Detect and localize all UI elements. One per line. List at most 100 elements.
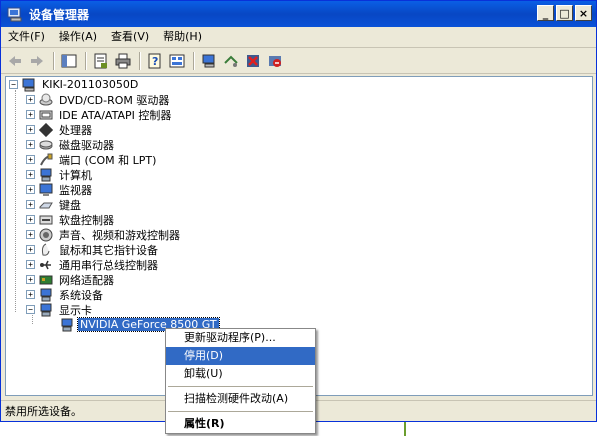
tree-item-label: 鼠标和其它指针设备 (59, 243, 158, 257)
monitor-icon (39, 183, 53, 196)
context-menu: 更新驱动程序(P)... 停用(D) 卸载(U) 扫描检测硬件改动(A) 属性(… (165, 328, 316, 434)
expand-toggle[interactable]: + (26, 185, 35, 194)
sound-icon (39, 228, 53, 241)
processor-icon (39, 122, 53, 137)
tree-item[interactable]: + 处理器 (26, 122, 94, 137)
tree-item-label: 处理器 (59, 123, 92, 137)
tree-item[interactable]: + 计算机 (26, 167, 94, 182)
ide-icon (39, 110, 53, 119)
expand-toggle[interactable]: + (26, 155, 35, 164)
menu-properties[interactable]: 属性(R) (166, 415, 315, 433)
toolbar-separator (53, 51, 55, 70)
expand-toggle[interactable]: + (26, 260, 35, 269)
uninstall-icon[interactable] (243, 51, 263, 71)
tree-item[interactable]: + 键盘 (26, 197, 83, 212)
tree-item[interactable]: + 鼠标和其它指针设备 (26, 242, 160, 257)
tree-item[interactable]: + 监视器 (26, 182, 94, 197)
toolbar-separator (139, 51, 141, 70)
help-icon[interactable]: ? (145, 51, 165, 71)
computer-icon (40, 168, 52, 181)
expand-toggle[interactable]: + (26, 230, 35, 239)
properties-icon[interactable] (91, 51, 111, 71)
tree-item[interactable]: + 声音、视频和游戏控制器 (26, 227, 182, 242)
tree-item-label: 键盘 (59, 198, 81, 212)
expand-toggle[interactable]: + (26, 125, 35, 134)
expand-toggle[interactable]: + (26, 290, 35, 299)
cdrom-icon (39, 93, 53, 105)
tree-root-label: KIKI-201103050D (42, 78, 139, 91)
menu-update-driver[interactable]: 更新驱动程序(P)... (166, 329, 315, 347)
expand-toggle[interactable]: + (26, 110, 35, 119)
expand-toggle[interactable]: + (26, 170, 35, 179)
expand-toggle[interactable]: + (26, 140, 35, 149)
tree-item-label: DVD/CD-ROM 驱动器 (59, 93, 170, 107)
computer-icon[interactable] (199, 51, 219, 71)
minimize-button[interactable]: _ (537, 5, 554, 21)
show-hide-tree-icon[interactable] (59, 51, 79, 71)
toolbar: ? (1, 48, 596, 74)
tree-item[interactable]: + IDE ATA/ATAPI 控制器 (26, 107, 173, 122)
window-controls: _ □ × (537, 5, 592, 21)
tree-item[interactable]: + 网络适配器 (26, 272, 116, 287)
expand-toggle[interactable]: + (26, 215, 35, 224)
menu-separator (168, 386, 313, 387)
forward-icon[interactable] (27, 51, 47, 71)
menu-separator (168, 411, 313, 412)
computer-icon (22, 78, 35, 91)
tree-item-label: 端口 (COM 和 LPT) (59, 153, 157, 167)
mouse-icon (41, 243, 50, 256)
expand-toggle[interactable]: + (26, 275, 35, 284)
desktop-edge-mark (404, 422, 406, 436)
display-icon (40, 303, 52, 316)
tree-item-label: 计算机 (59, 168, 92, 182)
tree-item[interactable]: + 磁盘驱动器 (26, 137, 116, 152)
tree-root[interactable]: − KIKI-201103050D (9, 77, 140, 92)
menu-view[interactable]: 查看(V) (104, 28, 156, 46)
close-button[interactable]: × (575, 5, 592, 21)
tree-item-label: 通用串行总线控制器 (59, 258, 158, 272)
tree-item-label: 监视器 (59, 183, 92, 197)
port-icon (40, 153, 53, 165)
menu-scan-hardware[interactable]: 扫描检测硬件改动(A) (166, 390, 315, 408)
display-adapter-icon (61, 318, 73, 331)
scan-hardware-icon[interactable] (221, 51, 241, 71)
view-icon[interactable] (167, 51, 187, 71)
tree-item[interactable]: + 通用串行总线控制器 (26, 257, 160, 272)
menu-help[interactable]: 帮助(H) (156, 28, 209, 46)
keyboard-icon (39, 202, 53, 208)
window-title: 设备管理器 (29, 7, 90, 22)
status-text: 禁用所选设备。 (5, 405, 82, 418)
tree-item[interactable]: + 系统设备 (26, 287, 105, 302)
toolbar-separator (85, 51, 87, 70)
tree-item-label: 磁盘驱动器 (59, 138, 114, 152)
tree-item[interactable]: + 端口 (COM 和 LPT) (26, 152, 158, 167)
system-icon (40, 288, 52, 301)
expand-toggle[interactable]: + (26, 95, 35, 104)
svg-text:?: ? (152, 55, 158, 68)
floppy-icon (39, 215, 53, 224)
print-icon[interactable] (113, 51, 133, 71)
menu-file[interactable]: 文件(F) (1, 28, 52, 46)
toolbar-separator (193, 51, 195, 70)
menu-disable[interactable]: 停用(D) (166, 347, 315, 365)
back-icon[interactable] (5, 51, 25, 71)
title-bar[interactable]: 设备管理器 _ □ × (1, 1, 596, 27)
maximize-button[interactable]: □ (556, 5, 573, 21)
tree-item-label: 网络适配器 (59, 273, 114, 287)
expand-toggle[interactable]: + (26, 245, 35, 254)
tree-item-display[interactable]: − 显示卡 (26, 302, 94, 317)
disk-icon (39, 140, 53, 149)
menu-action[interactable]: 操作(A) (52, 28, 104, 46)
expand-toggle[interactable]: + (26, 200, 35, 209)
menu-uninstall[interactable]: 卸载(U) (166, 365, 315, 383)
collapse-toggle[interactable]: − (26, 305, 35, 314)
tree-item[interactable]: + DVD/CD-ROM 驱动器 (26, 92, 171, 107)
device-manager-icon (7, 7, 22, 22)
menu-bar: 文件(F) 操作(A) 查看(V) 帮助(H) (1, 27, 596, 48)
tree-item-label: 显示卡 (59, 303, 92, 317)
tree-item[interactable]: + 软盘控制器 (26, 212, 116, 227)
collapse-toggle[interactable]: − (9, 80, 18, 89)
tree-item-label: 系统设备 (59, 288, 103, 302)
disable-icon[interactable] (265, 51, 285, 71)
usb-icon (40, 260, 51, 269)
